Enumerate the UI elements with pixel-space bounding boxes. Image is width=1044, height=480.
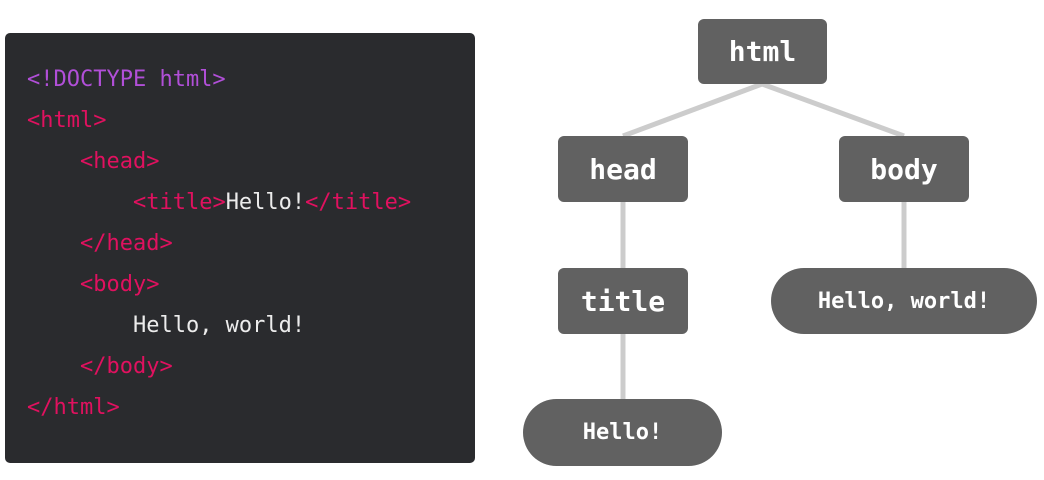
node-label: title xyxy=(580,284,666,318)
tree-node-head: head xyxy=(558,136,688,202)
tree-text-node-hello: Hello! xyxy=(523,399,722,466)
tree-node-html: html xyxy=(698,19,827,84)
node-label: Hello, world! xyxy=(817,288,991,314)
node-label: html xyxy=(728,35,797,68)
node-label: body xyxy=(870,152,938,186)
tree-edges xyxy=(620,81,907,399)
tree-edge-html-body xyxy=(761,81,905,139)
tree-node-title: title xyxy=(558,268,688,334)
tree-text-node-hello-world: Hello, world! xyxy=(771,268,1037,334)
node-label: head xyxy=(589,152,657,186)
tree-edge-html-head xyxy=(622,81,763,139)
node-label: Hello! xyxy=(582,420,663,445)
tree-node-body: body xyxy=(839,136,969,202)
dom-tree-diagram: html head body title Hello! Hello, world… xyxy=(0,0,1044,480)
